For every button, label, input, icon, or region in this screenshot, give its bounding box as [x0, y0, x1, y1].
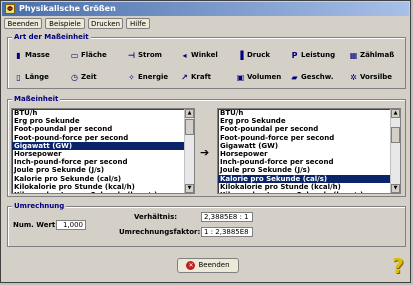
unit-option-label: Druck — [247, 51, 271, 59]
unit-option-11[interactable]: ↗ Kraft — [180, 72, 211, 83]
main-window: Φ Physikalische Größen Beenden Beispiele… — [0, 0, 411, 283]
count-icon: ▦ — [349, 50, 358, 60]
unit-option-9[interactable]: ◷ Zeit — [70, 72, 97, 83]
angle-icon: ◂ — [182, 50, 187, 60]
menu-drucken[interactable]: Drucken — [88, 18, 123, 29]
convert-arrow-icon: ➔ — [200, 146, 210, 159]
scroll-up-arrow-icon[interactable]: ▲ — [185, 109, 194, 118]
list-item[interactable]: Kalorie pro Sekunde (cal/s) — [12, 175, 194, 183]
volume-icon: ▣ — [236, 72, 245, 82]
list-item[interactable]: Erg pro Sekunde — [12, 117, 194, 125]
list-item[interactable]: Foot-poundal per second — [12, 125, 194, 133]
ruler-icon: ▯ — [16, 72, 21, 82]
window-title: Physikalische Größen — [19, 4, 116, 13]
unit-option-8[interactable]: ▯ Länge — [14, 72, 49, 83]
list-item[interactable]: Inch-pound-force per second — [218, 158, 400, 166]
list-item[interactable]: Joule pro Sekunde (J/s) — [12, 166, 194, 174]
area-icon: ▭ — [70, 50, 79, 60]
unit-option-12[interactable]: ▣ Volumen — [236, 72, 282, 83]
unit-option-5[interactable]: ▐ Druck — [236, 50, 270, 61]
unit-option-4[interactable]: ◂ Winkel — [180, 50, 218, 61]
numeric-value-input[interactable]: 1,000 — [56, 220, 86, 230]
list-item[interactable]: Gigawatt (GW) — [218, 142, 400, 150]
list-item[interactable]: Kalorie pro Sekunde (cal/s) — [218, 174, 400, 183]
list-item[interactable]: Kilokalorie pro Stunde (kcal/h) — [12, 183, 194, 191]
list-item[interactable]: Inch-pound-force per second — [12, 158, 194, 166]
conversion-factor-label: Umrechnungsfaktor: — [119, 228, 201, 236]
menu-beenden[interactable]: Beenden — [4, 18, 42, 29]
unit-option-label: Winkel — [191, 51, 218, 59]
target-list-scrollbar[interactable]: ▲ ▼ — [390, 109, 400, 193]
target-unit-list[interactable]: BTU/h Erg pro Sekunde Foot-poundal per sec… — [217, 108, 401, 194]
menu-beispiele[interactable]: Beispiele — [45, 18, 85, 29]
force-icon: ↗ — [181, 72, 188, 82]
unit-type-title: Art der Maßeinheit — [12, 32, 91, 42]
unit-type-group: Art der Maßeinheit ▮ Masse ▭ Fläche ⊣ Strom ◂ W… — [7, 32, 406, 89]
prefix-icon: ✲ — [350, 72, 357, 82]
scroll-thumb[interactable] — [185, 119, 194, 135]
list-item[interactable]: Horsepower — [218, 150, 400, 158]
source-unit-items: BTU/h Erg pro Sekunde Foot-poundal per sec… — [12, 109, 194, 193]
unit-option-10[interactable]: ✧ Energie — [127, 72, 168, 83]
menu-hilfe[interactable]: Hilfe — [126, 18, 150, 29]
list-item[interactable]: Kilopondmeter pro Sekunde (kpm/s) — [12, 191, 194, 193]
list-item[interactable]: Kilokalorie pro Stunde (kcal/h) — [218, 183, 400, 191]
source-unit-list[interactable]: BTU/h Erg pro Sekunde Foot-poundal per sec… — [11, 108, 195, 194]
target-unit-items: BTU/h Erg pro Sekunde Foot-poundal per sec… — [218, 109, 400, 193]
unit-option-label: Leistung — [301, 51, 336, 59]
list-item[interactable]: Erg pro Sekunde — [218, 117, 400, 125]
unit-option-2[interactable]: ▭ Fläche — [70, 50, 107, 61]
unit-option-13[interactable]: ▰ Geschw. — [290, 72, 333, 83]
ratio-value: 2,3885E8 : 1 — [201, 212, 253, 222]
unit-option-label: Strom — [138, 51, 162, 59]
measure-unit-title: Maßeinheit — [12, 94, 61, 104]
speed-icon: ▰ — [291, 72, 298, 82]
unit-option-label: Energie — [138, 73, 169, 81]
bulb-icon: ✧ — [128, 72, 135, 82]
unit-option-label: Vorsilbe — [360, 73, 393, 81]
unit-option-14[interactable]: ✲ Vorsilbe — [349, 72, 392, 83]
numeric-value-label: Num. Wert: — [13, 221, 59, 229]
conversion-title: Umrechnung — [12, 201, 67, 211]
power-icon: P — [291, 50, 298, 60]
list-item[interactable]: Gigawatt (GW) — [12, 141, 194, 150]
unit-option-label: Masse — [25, 51, 50, 59]
scroll-down-arrow-icon[interactable]: ▼ — [185, 184, 194, 193]
title-bar: Φ Physikalische Größen — [2, 2, 409, 16]
unit-option-1[interactable]: ▮ Masse — [14, 50, 50, 61]
source-list-scrollbar[interactable]: ▲ ▼ — [184, 109, 194, 193]
unit-option-7[interactable]: ▦ Zählmaß — [349, 50, 395, 61]
ratio-label: Verhältnis: — [134, 213, 178, 221]
unit-option-label: Zählmaß — [360, 51, 395, 59]
unit-option-6[interactable]: P Leistung — [290, 50, 336, 61]
list-item[interactable]: Foot-poundal per second — [218, 125, 400, 133]
unit-option-3[interactable]: ⊣ Strom — [127, 50, 162, 61]
unit-option-label: Geschw. — [301, 73, 334, 81]
list-item[interactable]: Joule pro Sekunde (J/s) — [218, 166, 400, 174]
list-item[interactable]: BTU/h — [12, 109, 194, 117]
list-item[interactable]: Foot-pound-force per second — [12, 134, 194, 142]
conversion-factor-value: 1 : 2,3885E8 — [201, 227, 253, 237]
weight-icon: ▮ — [16, 50, 21, 60]
exit-button-label: Beenden — [198, 261, 230, 269]
pressure-icon: ▐ — [237, 50, 244, 60]
current-icon: ⊣ — [127, 50, 136, 60]
clock-icon: ◷ — [71, 72, 78, 82]
unit-option-label: Länge — [25, 73, 49, 81]
list-item[interactable]: Kilopondmeter pro Sekunde (kpm/s) — [218, 191, 400, 193]
scroll-up-arrow-icon[interactable]: ▲ — [391, 109, 400, 118]
unit-option-label: Kraft — [191, 73, 211, 81]
exit-button[interactable]: ✕ Beenden — [177, 258, 239, 273]
help-icon[interactable]: ? — [388, 255, 408, 277]
scroll-down-arrow-icon[interactable]: ▼ — [391, 184, 400, 193]
app-icon: Φ — [5, 4, 15, 14]
scroll-thumb[interactable] — [391, 127, 400, 143]
list-item[interactable]: Horsepower — [12, 150, 194, 158]
unit-option-label: Volumen — [247, 73, 282, 81]
unit-option-label: Zeit — [81, 73, 97, 81]
unit-option-label: Fläche — [81, 51, 107, 59]
list-item[interactable]: Foot-pound-force per second — [218, 134, 400, 142]
list-item[interactable]: BTU/h — [218, 109, 400, 117]
close-icon: ✕ — [186, 260, 196, 270]
